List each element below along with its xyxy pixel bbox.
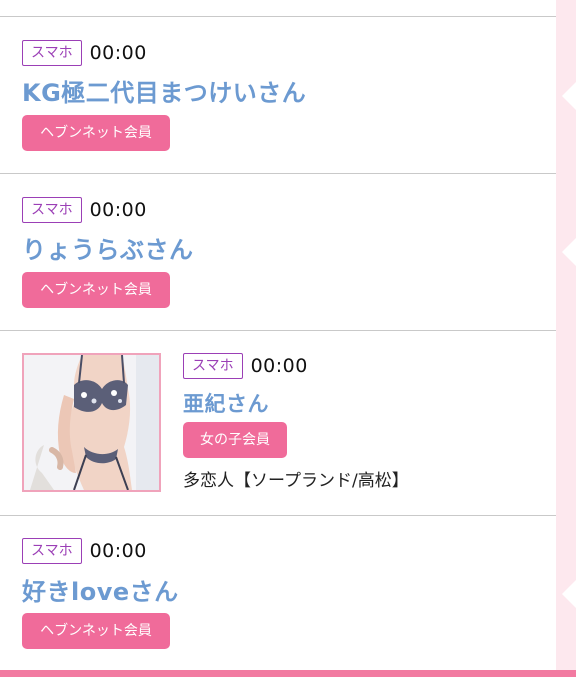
post-time: 00:00 [89, 42, 147, 64]
post-time: 00:00 [89, 540, 147, 562]
device-badge: スマホ [22, 538, 82, 564]
device-badge: スマホ [22, 197, 82, 223]
list-item[interactable]: スマホ 00:00 好きloveさん ヘブンネット会員 [0, 516, 556, 670]
shop-link[interactable]: 多恋人【ソープランド/高松】 [183, 466, 409, 491]
profile-photo[interactable] [22, 353, 161, 492]
chevron-left-icon [562, 238, 576, 266]
member-badge: ヘブンネット会員 [22, 115, 170, 151]
device-badge: スマホ [183, 353, 243, 379]
bottom-accent-bar [0, 670, 576, 677]
user-name-link[interactable]: りょうらぶさん [22, 230, 194, 265]
member-badge: ヘブンネット会員 [22, 272, 170, 308]
member-badge: ヘブンネット会員 [22, 613, 170, 649]
profile-photo-image [24, 355, 159, 490]
user-name-link[interactable]: 亜紀さん [183, 388, 269, 418]
list-item[interactable]: スマホ 00:00 亜紀さん 女の子会員 多恋人【ソープランド/高松】 [0, 331, 556, 516]
device-badge: スマホ [22, 40, 82, 66]
user-name-link[interactable]: KG極二代目まつけいさん [22, 73, 306, 108]
list-item[interactable]: スマホ 00:00 りょうらぶさん ヘブンネット会員 [0, 174, 556, 331]
user-name-link[interactable]: 好きloveさん [22, 572, 179, 607]
member-badge: 女の子会員 [183, 422, 287, 458]
side-panel-edge [556, 0, 576, 677]
list-item[interactable]: スマホ 00:00 KG極二代目まつけいさん ヘブンネット会員 [0, 17, 556, 174]
chevron-left-icon [562, 82, 576, 110]
post-time: 00:00 [89, 199, 147, 221]
post-time: 00:00 [250, 355, 308, 377]
chevron-left-icon [562, 580, 576, 608]
